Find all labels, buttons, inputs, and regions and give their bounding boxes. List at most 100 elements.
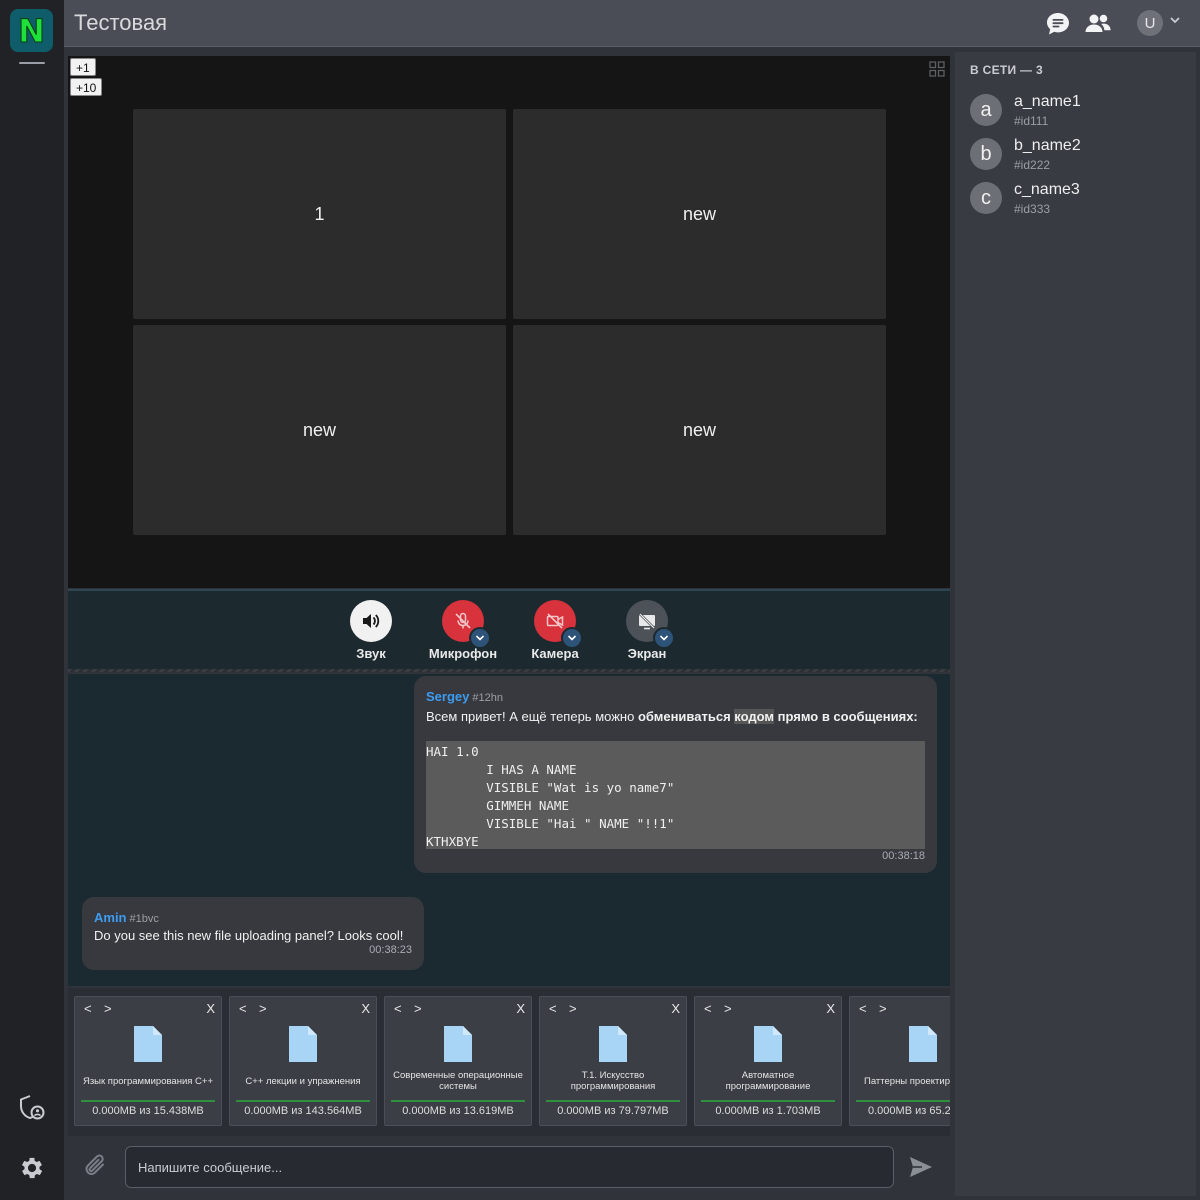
file-name: Язык программирования С++: [82, 1075, 214, 1087]
remove-file-button[interactable]: X: [826, 1001, 835, 1016]
upload-progress-bar: [391, 1100, 525, 1102]
camera-options-button[interactable]: [561, 627, 583, 649]
channel-header: Тестовая U: [64, 0, 1200, 47]
camera-control: Камера: [514, 600, 596, 661]
sound-label: Звук: [356, 646, 386, 661]
remove-file-button[interactable]: X: [206, 1001, 215, 1016]
file-upload-panel: < > X Язык программирования С++ 0.000MB …: [68, 988, 950, 1136]
sound-toggle-button[interactable]: [350, 600, 392, 642]
message-author[interactable]: Amin: [94, 910, 127, 925]
move-right-button[interactable]: >: [879, 1001, 887, 1016]
move-right-button[interactable]: >: [569, 1001, 577, 1016]
member-id: #id333: [1014, 202, 1051, 216]
upload-progress-bar: [81, 1100, 215, 1102]
move-left-button[interactable]: <: [84, 1001, 92, 1016]
chevron-down-icon: [475, 635, 485, 641]
video-tile[interactable]: new: [513, 109, 886, 319]
upload-progress-bar: [856, 1100, 950, 1102]
file-size: 0.000MB из 65.2: [868, 1105, 950, 1117]
member-id: #id111: [1014, 114, 1049, 128]
document-icon: [599, 1026, 627, 1062]
remove-file-button[interactable]: X: [361, 1001, 370, 1016]
document-icon: [909, 1026, 937, 1062]
screen-options-button[interactable]: [653, 627, 675, 649]
grid-layout-icon[interactable]: [929, 61, 945, 77]
member-name: b_name2: [1014, 137, 1081, 154]
file-card: < > X Автоматное программирование 0.000M…: [694, 996, 842, 1126]
document-icon: [754, 1026, 782, 1062]
video-tile[interactable]: new: [133, 325, 506, 535]
file-size: 0.000MB из 79.797MB: [557, 1105, 669, 1117]
zoom-plus-1-button[interactable]: +1: [70, 58, 96, 76]
paperclip-icon[interactable]: [82, 1152, 112, 1182]
video-tile[interactable]: new: [513, 325, 886, 535]
message-text-bold-2: прямо в сообщениях:: [774, 709, 918, 724]
member-item[interactable]: b b_name2 #id222: [970, 137, 1190, 178]
file-card: < > X Современные операционные системы 0…: [384, 996, 532, 1126]
move-left-button[interactable]: <: [704, 1001, 712, 1016]
member-avatar: a: [970, 94, 1002, 126]
speaker-icon: [363, 614, 380, 628]
screen-share-button[interactable]: [626, 600, 675, 649]
move-right-button[interactable]: >: [259, 1001, 267, 1016]
video-tile[interactable]: 1: [133, 109, 506, 319]
message-author[interactable]: Sergey: [426, 689, 469, 704]
message-text-plain: Всем привет! А ещё теперь можно: [426, 709, 638, 724]
upload-progress-bar: [236, 1100, 370, 1102]
send-icon[interactable]: [908, 1154, 936, 1182]
file-card: < > X Т.1. Искусство программирования 0.…: [539, 996, 687, 1126]
screen-off-icon: [639, 613, 655, 630]
rail-divider: [19, 62, 45, 64]
screen-label: Экран: [627, 646, 667, 661]
microphone-control: Микрофон: [422, 600, 504, 661]
microphone-label: Микрофон: [428, 646, 498, 661]
file-name: Автоматное программирование: [725, 1070, 811, 1092]
member-item[interactable]: a a_name1 #id111: [970, 93, 1190, 134]
user-avatar[interactable]: U: [1137, 10, 1163, 36]
remove-file-button[interactable]: X: [671, 1001, 680, 1016]
microphone-toggle-button[interactable]: [442, 600, 491, 649]
member-item[interactable]: c c_name3 #id333: [970, 181, 1190, 222]
camera-off-icon: [546, 613, 564, 629]
member-name: a_name1: [1014, 93, 1081, 110]
file-size: 0.000MB из 13.619MB: [402, 1105, 514, 1117]
remove-file-button[interactable]: X: [516, 1001, 525, 1016]
members-panel: В СЕТИ — 3 a a_name1 #id111 b b_name2 #i…: [955, 52, 1196, 1196]
file-size: 0.000MB из 1.703MB: [715, 1105, 821, 1117]
move-left-button[interactable]: <: [859, 1001, 867, 1016]
message-amin: Amin #1bvc Do you see this new file uploa…: [82, 897, 424, 970]
code-block: HAI 1.0 I HAS A NAME VISIBLE "Wat is yo …: [426, 741, 925, 849]
message-text-bold: обмениваться: [637, 709, 735, 724]
microphone-options-button[interactable]: [469, 627, 491, 649]
move-left-button[interactable]: <: [394, 1001, 402, 1016]
chat-messages[interactable]: Sergey #12hn Всем привет! А ещё теперь мо…: [68, 674, 950, 986]
message-composer: [68, 1138, 950, 1196]
file-name: Т.1. Искусство программирования: [570, 1070, 656, 1092]
zoom-plus-10-button[interactable]: +10: [70, 78, 103, 96]
user-initial: U: [1144, 14, 1156, 32]
message-time: 00:38:23: [369, 944, 412, 956]
settings-gear-icon[interactable]: [16, 1152, 48, 1184]
message-author-id: #12hn: [472, 692, 503, 704]
camera-label: Камера: [531, 646, 579, 661]
message-time: 00:38:18: [882, 850, 925, 862]
move-right-button[interactable]: >: [414, 1001, 422, 1016]
file-card: < > X С++ лекции и упражнения 0.000MB из…: [229, 996, 377, 1126]
move-left-button[interactable]: <: [239, 1001, 247, 1016]
move-left-button[interactable]: <: [549, 1001, 557, 1016]
privacy-shield-icon[interactable]: [16, 1092, 48, 1124]
upload-progress-bar: [546, 1100, 680, 1102]
camera-toggle-button[interactable]: [534, 600, 583, 649]
chevron-down-icon[interactable]: [1169, 13, 1181, 31]
member-name: c_name3: [1014, 181, 1080, 198]
server-logo[interactable]: N: [10, 9, 53, 52]
move-right-button[interactable]: >: [104, 1001, 112, 1016]
members-toggle-icon[interactable]: [1083, 9, 1113, 39]
channel-title: Тестовая: [74, 10, 168, 35]
message-sergey: Sergey #12hn Всем привет! А ещё теперь мо…: [414, 676, 937, 873]
server-rail: N: [0, 0, 64, 1200]
message-text: Всем привет! А ещё теперь можно обменива…: [426, 709, 918, 724]
chat-toggle-icon[interactable]: [1043, 9, 1073, 39]
move-right-button[interactable]: >: [724, 1001, 732, 1016]
message-input[interactable]: [125, 1146, 894, 1188]
